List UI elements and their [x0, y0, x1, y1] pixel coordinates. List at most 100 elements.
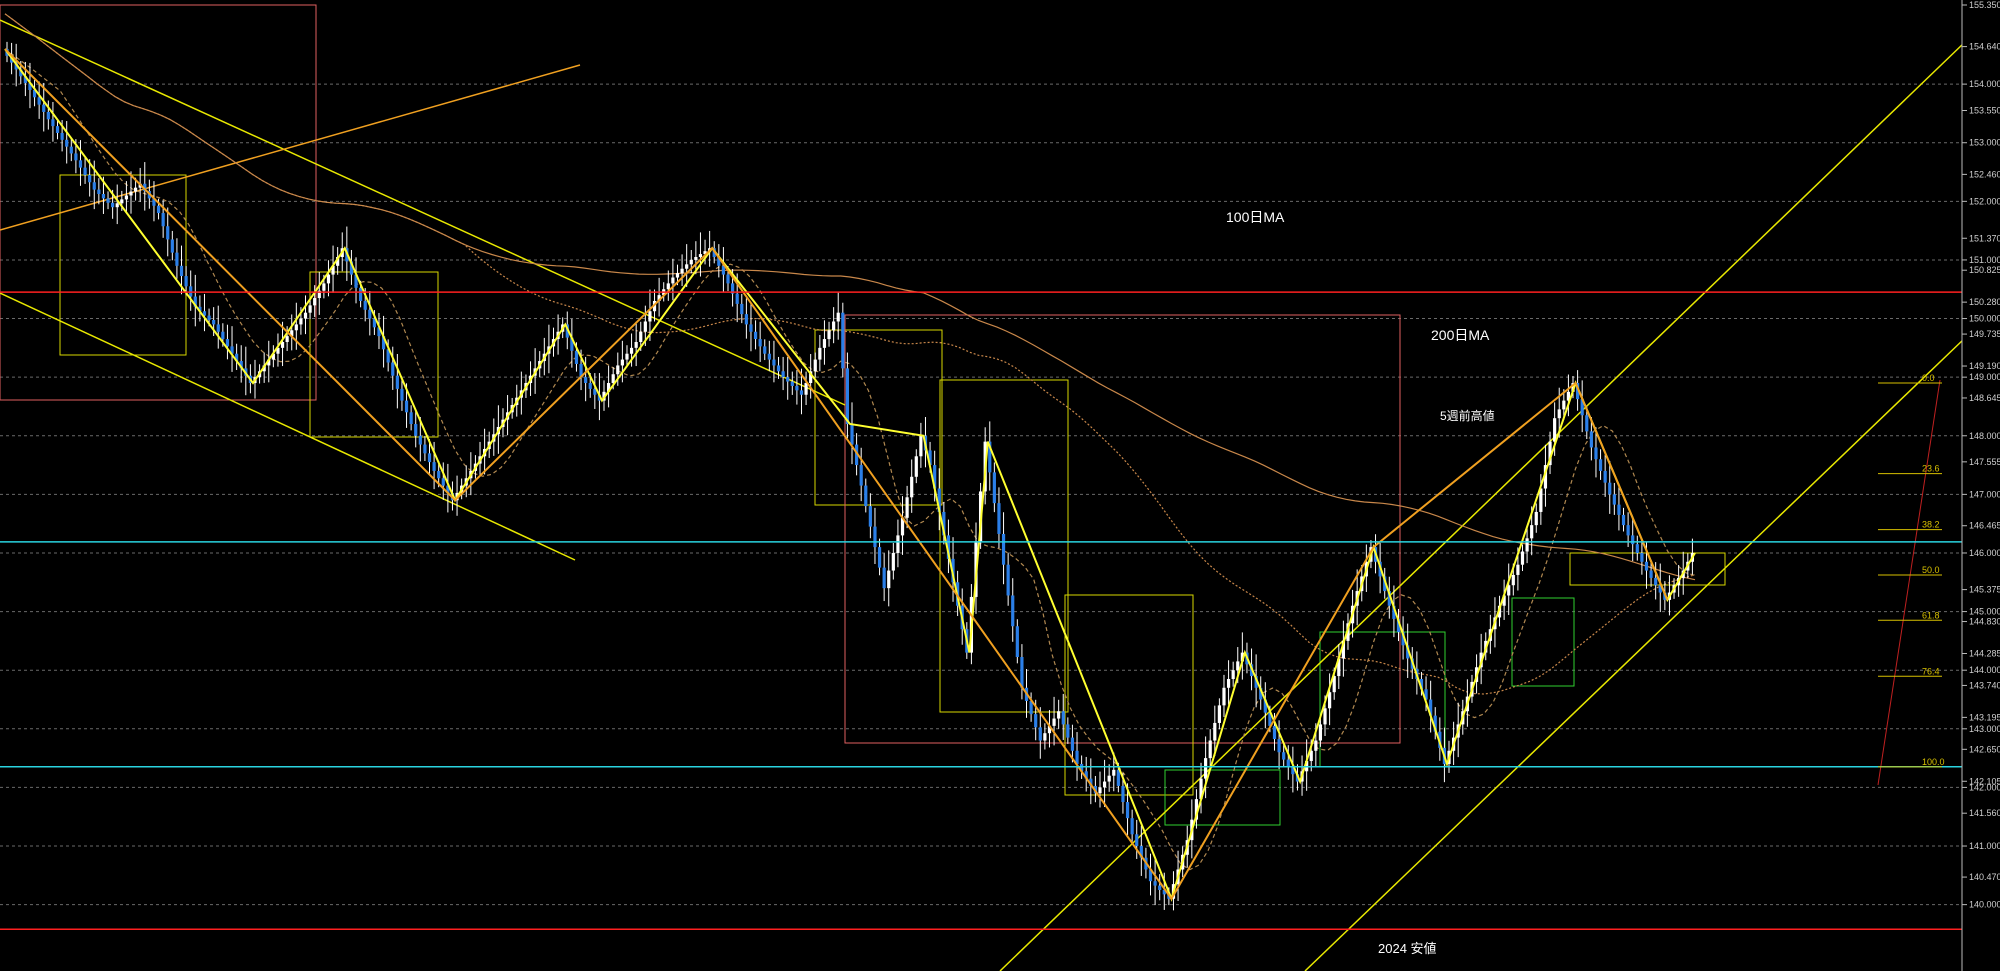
candle-body [1282, 752, 1286, 760]
candle-body [207, 315, 211, 321]
candle-body [1001, 533, 1006, 565]
candle-body [69, 146, 73, 154]
candle-body [1121, 785, 1125, 803]
candle-body [51, 119, 55, 127]
candle-body [1534, 511, 1538, 526]
candle-body [129, 191, 133, 196]
candle-body [1553, 418, 1557, 442]
fib-level-label: 61.8 [1922, 610, 1940, 620]
candle-body [832, 321, 836, 331]
candle-body [882, 567, 886, 589]
candle-body [1654, 577, 1658, 586]
candle-body [1530, 525, 1534, 539]
candle-body [1034, 714, 1038, 728]
candle-body [46, 111, 50, 120]
candle-body [299, 318, 303, 325]
candle-body [868, 506, 872, 527]
candle-body [689, 259, 693, 265]
chart-background [0, 0, 2000, 971]
candle-body [1208, 740, 1212, 759]
candle-body [1236, 661, 1240, 671]
y-tick-label: 151.370 [1969, 233, 2000, 243]
candle-body [1649, 570, 1653, 578]
candle-body [1594, 447, 1598, 460]
candle-body [83, 167, 87, 175]
candle-body [1557, 409, 1561, 419]
candle-body [326, 274, 331, 284]
candle-body [404, 400, 409, 413]
candle-body [1318, 724, 1323, 741]
candle-body [1070, 737, 1075, 751]
candle-body [648, 311, 652, 322]
y-tick-label: 151.000 [1969, 255, 2000, 265]
candle-body [1328, 692, 1332, 709]
candle-body [740, 303, 744, 315]
candle-body [1640, 552, 1644, 562]
candle-body [818, 347, 822, 360]
y-tick-label: 142.000 [1969, 782, 2000, 792]
candle-body [616, 365, 620, 375]
y-tick-label: 150.825 [1969, 265, 2000, 275]
candle-body [588, 383, 592, 389]
candle-body [359, 287, 363, 301]
y-tick-label: 152.460 [1969, 169, 2000, 179]
candle-body [666, 283, 670, 290]
y-tick-label: 143.000 [1969, 724, 2000, 734]
candle-body [877, 547, 882, 568]
candle-body [795, 385, 799, 391]
candle-body [65, 139, 69, 147]
candle-body [42, 104, 46, 112]
candle-body [799, 390, 804, 395]
candle-body [625, 353, 629, 360]
candle-body [418, 435, 422, 445]
fib-level-label: 23.6 [1922, 464, 1940, 474]
candle-body [864, 485, 868, 507]
candle-body [919, 435, 923, 457]
candle-body [55, 126, 60, 133]
candle-body [776, 365, 781, 372]
candle-body [1562, 400, 1566, 410]
candle-body [822, 339, 827, 348]
annotation-2024-low: 2024 安値 [1378, 941, 1437, 956]
candle-body [225, 339, 230, 347]
candle-body [1617, 504, 1621, 515]
candle-body [1011, 595, 1015, 627]
y-tick-label: 140.000 [1969, 900, 2000, 910]
fib-level-label: 76.4 [1922, 666, 1940, 676]
candle-body [680, 268, 684, 274]
candle-body [1135, 834, 1139, 847]
y-tick-label: 144.000 [1969, 665, 2000, 675]
annotation-100ma: 100日MA [1226, 209, 1285, 225]
candle-body [179, 265, 184, 277]
candle-body [111, 202, 115, 208]
candle-body [1520, 551, 1525, 565]
y-tick-label: 150.280 [1969, 297, 2000, 307]
y-tick-label: 142.650 [1969, 744, 2000, 754]
candle-body [156, 205, 161, 214]
candle-body [423, 444, 427, 454]
candle-body [212, 320, 216, 325]
candle-body [1222, 687, 1226, 706]
candle-body [294, 324, 298, 331]
candle-body [763, 346, 767, 354]
candle-body [671, 277, 675, 284]
candle-body [1516, 564, 1520, 575]
candle-body [1102, 781, 1107, 788]
candle-body [1204, 758, 1208, 779]
candle-body [997, 503, 1001, 534]
candle-body [308, 305, 312, 313]
candle-body [221, 331, 225, 340]
candle-body [1603, 470, 1607, 483]
candle-body [409, 412, 413, 425]
fib-level-label: 50.0 [1922, 565, 1940, 575]
candle-body [1125, 802, 1130, 819]
candle-body [414, 424, 418, 436]
candle-body [841, 312, 845, 369]
y-tick-label: 144.285 [1969, 648, 2000, 658]
y-tick-label: 153.000 [1969, 138, 2000, 148]
candle-body [694, 257, 698, 260]
candle-body [1323, 708, 1327, 725]
candle-body [845, 368, 850, 425]
candle-body [1057, 711, 1061, 719]
candle-body [891, 552, 895, 571]
